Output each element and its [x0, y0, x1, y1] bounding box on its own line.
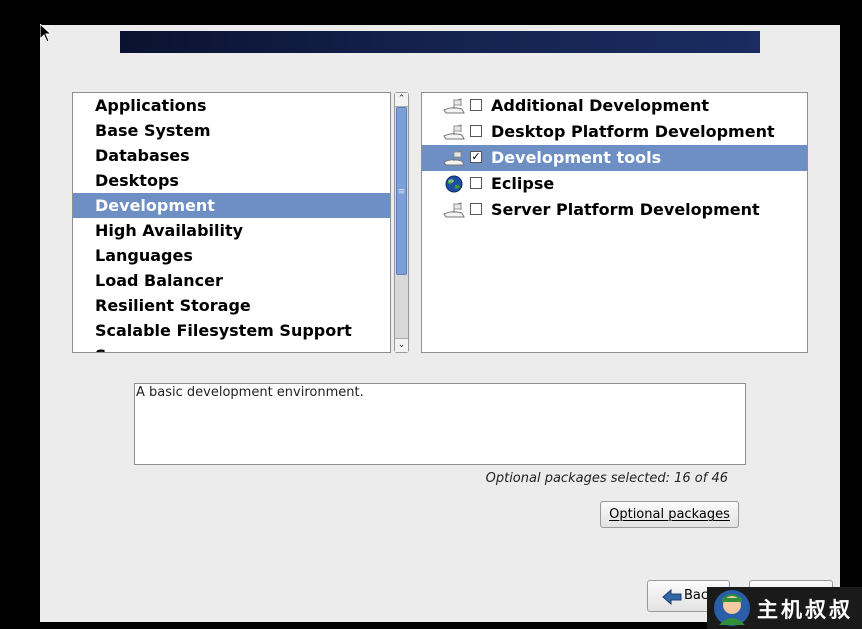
package-icon	[442, 97, 466, 115]
globe-icon	[442, 175, 466, 193]
category-scrollbar[interactable]: ⌃ ≡ ⌄	[394, 92, 409, 353]
group-item[interactable]: Eclipse	[422, 171, 807, 197]
category-item[interactable]: Servers	[73, 343, 390, 352]
category-item[interactable]: Development	[73, 193, 390, 218]
watermark-text: 主机叔叔	[757, 597, 853, 622]
scroll-thumb[interactable]: ≡	[396, 107, 407, 275]
header-banner	[120, 31, 760, 53]
group-label: Server Platform Development	[491, 200, 760, 219]
package-icon	[442, 201, 466, 219]
group-label: Development tools	[491, 148, 662, 167]
optional-packages-status: Optional packages selected: 16 of 46	[485, 471, 728, 486]
mascot-icon	[714, 590, 750, 626]
package-icon	[442, 149, 466, 167]
installer-window: Applications Base System Databases Desktops…	[40, 25, 840, 622]
group-item[interactable]: Additional Development	[422, 93, 807, 119]
group-checkbox[interactable]	[470, 99, 482, 111]
group-label: Eclipse	[491, 174, 555, 193]
category-item[interactable]: Applications	[73, 93, 390, 118]
group-label: Additional Development	[491, 96, 710, 115]
category-items: Applications Base System Databases Desktops…	[73, 93, 390, 352]
category-item[interactable]: High Availability	[73, 218, 390, 243]
category-item[interactable]: Databases	[73, 143, 390, 168]
scroll-up-button[interactable]: ⌃	[395, 93, 408, 107]
package-icon	[442, 123, 466, 141]
category-item[interactable]: Desktops	[73, 168, 390, 193]
mouse-cursor-icon	[40, 24, 52, 43]
group-checkbox[interactable]	[470, 177, 482, 189]
watermark: 主机叔叔	[707, 587, 862, 629]
group-checkbox[interactable]: ✓	[470, 151, 482, 163]
group-item[interactable]: Desktop Platform Development	[422, 119, 807, 145]
group-item[interactable]: Server Platform Development	[422, 197, 807, 223]
category-item[interactable]: Scalable Filesystem Support	[73, 318, 390, 343]
group-items: Additional Development Desktop Platform D…	[422, 93, 807, 223]
category-item[interactable]: Languages	[73, 243, 390, 268]
group-description: A basic development environment.	[134, 383, 746, 465]
group-label: Desktop Platform Development	[491, 122, 775, 141]
category-item[interactable]: Resilient Storage	[73, 293, 390, 318]
category-item[interactable]: Base System	[73, 118, 390, 143]
group-checkbox[interactable]	[470, 203, 482, 215]
group-item[interactable]: ✓ Development tools	[422, 145, 807, 171]
scroll-down-button[interactable]: ⌄	[395, 338, 408, 352]
optional-packages-label: Optional packages	[609, 507, 730, 522]
back-arrow-icon	[662, 589, 682, 605]
group-checkbox[interactable]	[470, 125, 482, 137]
category-list[interactable]: Applications Base System Databases Desktops…	[72, 92, 391, 353]
category-item[interactable]: Load Balancer	[73, 268, 390, 293]
optional-packages-button[interactable]: Optional packages	[600, 501, 739, 528]
group-list[interactable]: Additional Development Desktop Platform D…	[421, 92, 808, 353]
